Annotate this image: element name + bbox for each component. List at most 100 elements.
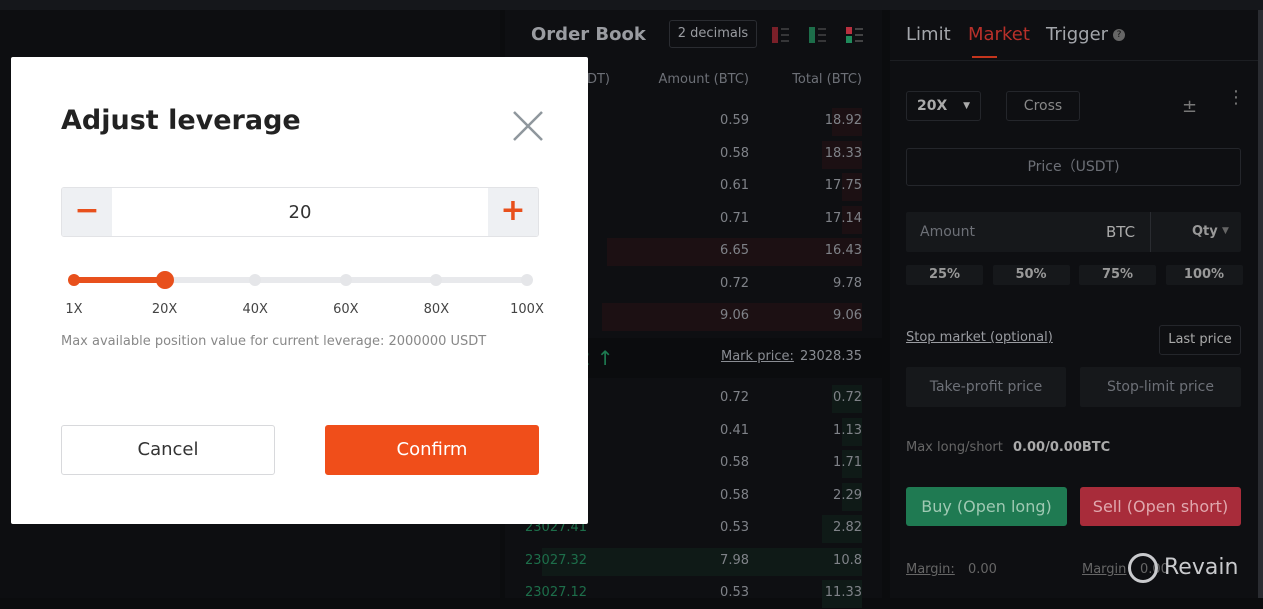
ask-amount: 0.58: [720, 145, 749, 161]
help-icon[interactable]: ?: [1113, 29, 1125, 41]
top-bar: [0, 0, 1263, 10]
bid-total: 1.13: [833, 422, 862, 438]
ask-total: 16.43: [824, 243, 862, 258]
leverage-stepper: − +: [61, 187, 539, 237]
max-long-short-value: 0.00/0.00BTC: [1013, 440, 1111, 455]
percent-button[interactable]: 50%: [992, 265, 1070, 285]
margin-label-long: Margin:: [906, 562, 955, 577]
slider-stop[interactable]: [521, 274, 533, 286]
col-total: Total (BTC): [792, 72, 862, 87]
margin-mode-button[interactable]: Cross: [1006, 91, 1080, 121]
tab-limit[interactable]: Limit: [906, 24, 951, 45]
slider-stop[interactable]: [430, 274, 443, 286]
bid-total: 2.82: [833, 520, 862, 535]
ask-amount: 6.65: [720, 243, 749, 258]
leverage-input[interactable]: [112, 188, 488, 236]
cancel-button[interactable]: Cancel: [61, 425, 275, 475]
more-icon[interactable]: ⋮: [1227, 89, 1245, 107]
watermark-text: Revain: [1164, 555, 1239, 580]
ask-amount: 9.06: [720, 308, 749, 323]
amount-placeholder: Amount: [920, 224, 976, 240]
divider: [890, 60, 1258, 61]
max-position-info: Max available position value for current…: [61, 334, 487, 349]
amount-unit: BTC: [1106, 223, 1136, 241]
ask-total: 9.06: [833, 308, 862, 323]
take-profit-input[interactable]: Take-profit price: [906, 367, 1066, 407]
slider-tick-label: 1X: [65, 302, 83, 317]
caret-down-icon: ▼: [1222, 226, 1229, 236]
bid-amount: 0.72: [720, 390, 749, 405]
qty-select[interactable]: Qty: [1192, 224, 1218, 239]
stop-limit-input[interactable]: Stop-limit price: [1080, 367, 1241, 407]
caret-down-icon: ▼: [963, 101, 970, 111]
stop-market-toggle[interactable]: Stop market (optional): [906, 330, 1053, 345]
percent-button[interactable]: 100%: [1165, 265, 1243, 285]
ask-total: 18.92: [824, 113, 862, 128]
bid-amount: 0.58: [720, 487, 749, 503]
sell-open-short-button[interactable]: Sell (Open short): [1080, 487, 1241, 526]
bids-view-icon[interactable]: [808, 26, 828, 44]
leverage-value: 20X: [917, 98, 948, 114]
slider-tick-label: 20X: [151, 302, 178, 317]
ask-total: 17.14: [824, 210, 862, 226]
tab-market[interactable]: Market: [968, 24, 1030, 45]
max-long-short-label: Max long/short: [906, 440, 1003, 455]
trade-panel: Limit Market Trigger ? 20X ▼ Cross ± ⋮ Pr…: [890, 10, 1258, 598]
bid-total: 0.72: [833, 390, 862, 405]
order-book-title: Order Book: [531, 24, 646, 45]
slider-stop[interactable]: [339, 274, 352, 286]
ask-total: 17.75: [824, 178, 862, 193]
percent-button[interactable]: 25%: [906, 265, 983, 285]
bid-total: 10.8: [833, 552, 862, 568]
slider-tick-label: 80X: [423, 302, 450, 317]
both-view-icon[interactable]: [845, 26, 865, 44]
decrease-button[interactable]: −: [62, 188, 112, 236]
close-icon[interactable]: [511, 109, 545, 143]
leverage-slider-fill: [74, 277, 165, 283]
active-tab-indicator: [972, 56, 997, 58]
scrollbar[interactable]: [1258, 10, 1263, 598]
bid-total: 2.29: [833, 487, 862, 503]
slider-tick-label: 40X: [242, 302, 268, 317]
slider-stop[interactable]: [249, 274, 262, 286]
plus-minus-icon[interactable]: ±: [1182, 96, 1197, 117]
increase-button[interactable]: +: [488, 188, 538, 236]
slider-tick-label: 100X: [510, 302, 544, 317]
margin-label-short: Margin: [1082, 562, 1127, 577]
ask-amount: 0.71: [720, 210, 749, 226]
ask-total: 18.33: [824, 145, 862, 161]
adjust-leverage-dialog: Adjust leverage − + Max available positi…: [11, 57, 588, 524]
mark-price-label[interactable]: Mark price:: [721, 349, 794, 364]
bid-row[interactable]: 23027.32 7.98 10.8: [505, 545, 882, 577]
tab-trigger[interactable]: Trigger: [1046, 24, 1108, 45]
confirm-button[interactable]: Confirm: [325, 425, 539, 475]
ask-amount: 0.72: [720, 275, 749, 291]
ask-total: 9.78: [833, 275, 862, 291]
slider-tick-label: 60X: [333, 302, 359, 317]
bid-row[interactable]: 23027.12 0.53 11.33: [505, 577, 882, 609]
price-input[interactable]: Price（USDT): [906, 148, 1241, 186]
asks-view-icon[interactable]: [771, 26, 791, 44]
revain-watermark: Revain: [1128, 553, 1238, 583]
col-amount: Amount (BTC): [658, 72, 749, 87]
leverage-select[interactable]: 20X ▼: [906, 91, 981, 121]
dialog-title: Adjust leverage: [61, 105, 301, 136]
amount-input[interactable]: Amount BTC Qty ▼: [906, 212, 1241, 252]
slider-stop[interactable]: [158, 274, 171, 286]
slider-stop[interactable]: [68, 274, 80, 286]
ask-amount: 0.59: [720, 113, 749, 128]
bid-total: 1.71: [833, 455, 862, 470]
percent-button[interactable]: 75%: [1079, 265, 1156, 285]
ask-amount: 0.61: [720, 178, 749, 193]
bid-amount: 0.58: [720, 455, 749, 470]
bid-amount: 0.41: [720, 422, 749, 438]
watermark-logo-icon: [1128, 553, 1158, 583]
buy-open-long-button[interactable]: Buy (Open long): [906, 487, 1067, 526]
bid-price: 23027.32: [525, 552, 588, 568]
margin-value-long: 0.00: [968, 562, 997, 577]
bid-amount: 0.53: [720, 520, 749, 535]
divider: [1150, 212, 1151, 252]
trigger-price-type-select[interactable]: Last price: [1159, 325, 1241, 355]
decimals-select[interactable]: 2 decimals: [669, 20, 757, 48]
bid-amount: 7.98: [720, 552, 749, 568]
